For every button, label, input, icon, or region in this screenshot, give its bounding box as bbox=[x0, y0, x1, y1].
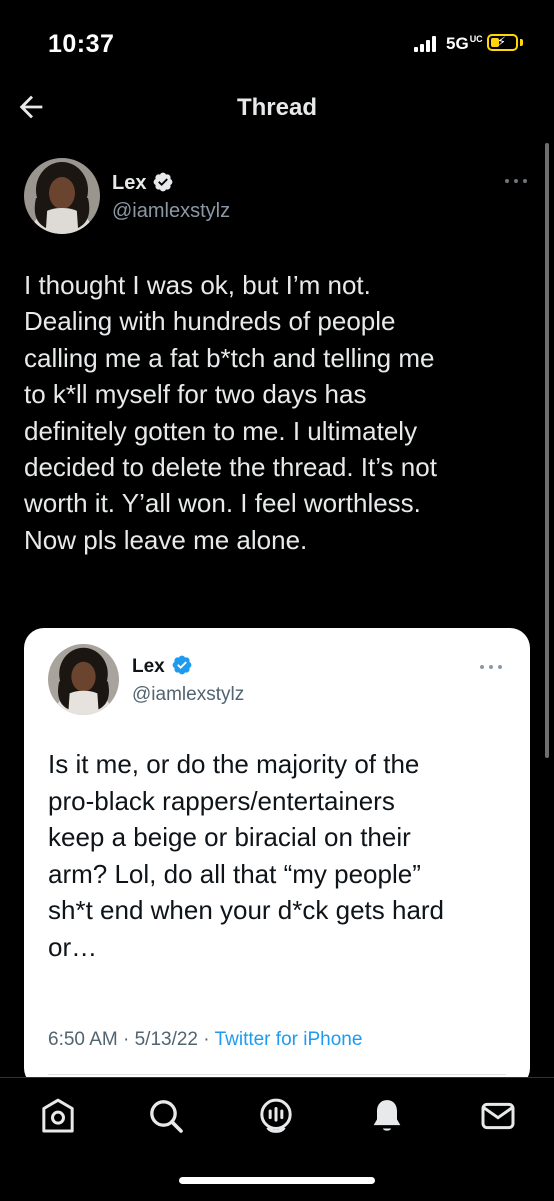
network-uc-label: UC bbox=[469, 34, 483, 44]
quoted-author-name[interactable]: Lex bbox=[132, 656, 165, 678]
quoted-tweet-meta: 6:50 AM · 5/13/22 · Twitter for iPhone bbox=[48, 1029, 362, 1051]
meta-separator: · bbox=[198, 1029, 215, 1050]
quoted-author-avatar[interactable] bbox=[48, 644, 119, 715]
divider bbox=[48, 1074, 506, 1075]
status-time: 10:37 bbox=[48, 30, 115, 58]
battery-icon: ⚡ bbox=[487, 34, 518, 51]
author-avatar[interactable] bbox=[24, 158, 100, 234]
network-indicator: 5GUC bbox=[446, 34, 483, 54]
quoted-tweet-date: 5/13/22 bbox=[134, 1029, 199, 1050]
status-bar: 10:37 5GUC ⚡ bbox=[0, 0, 554, 80]
battery-cap bbox=[520, 39, 523, 46]
search-icon[interactable] bbox=[146, 1096, 186, 1136]
meta-separator: · bbox=[117, 1029, 135, 1050]
quoted-tweet-card[interactable]: Lex @iamlexstylz Is it me, or do the maj… bbox=[24, 628, 530, 1088]
charging-bolt-icon: ⚡ bbox=[497, 34, 507, 49]
quoted-author-handle[interactable]: @iamlexstylz bbox=[132, 684, 244, 706]
author-handle[interactable]: @iamlexstylz bbox=[112, 200, 230, 223]
more-options-icon[interactable] bbox=[503, 176, 529, 186]
quoted-tweet-time: 6:50 AM bbox=[48, 1029, 118, 1050]
cellular-signal-icon bbox=[414, 36, 438, 52]
author-name[interactable]: Lex bbox=[112, 172, 146, 195]
messages-icon[interactable] bbox=[478, 1096, 518, 1136]
quoted-tweet-text: Is it me, or do the majority of the pro-… bbox=[48, 749, 445, 962]
verified-badge-icon bbox=[153, 172, 173, 192]
quoted-verified-badge-icon bbox=[172, 655, 192, 675]
tweet-text: I thought I was ok, but I’m not. Dealing… bbox=[24, 270, 437, 555]
thread-header: Thread bbox=[0, 80, 554, 138]
quoted-tweet-source-link[interactable]: Twitter for iPhone bbox=[215, 1029, 363, 1050]
home-indicator[interactable] bbox=[179, 1177, 375, 1184]
notifications-icon[interactable] bbox=[367, 1096, 407, 1136]
spaces-icon[interactable] bbox=[256, 1096, 296, 1136]
scrollbar[interactable] bbox=[545, 143, 549, 758]
home-icon[interactable] bbox=[38, 1096, 78, 1136]
quoted-more-options-icon[interactable] bbox=[478, 662, 504, 672]
page-title: Thread bbox=[236, 94, 317, 121]
network-label: 5G bbox=[446, 34, 469, 53]
